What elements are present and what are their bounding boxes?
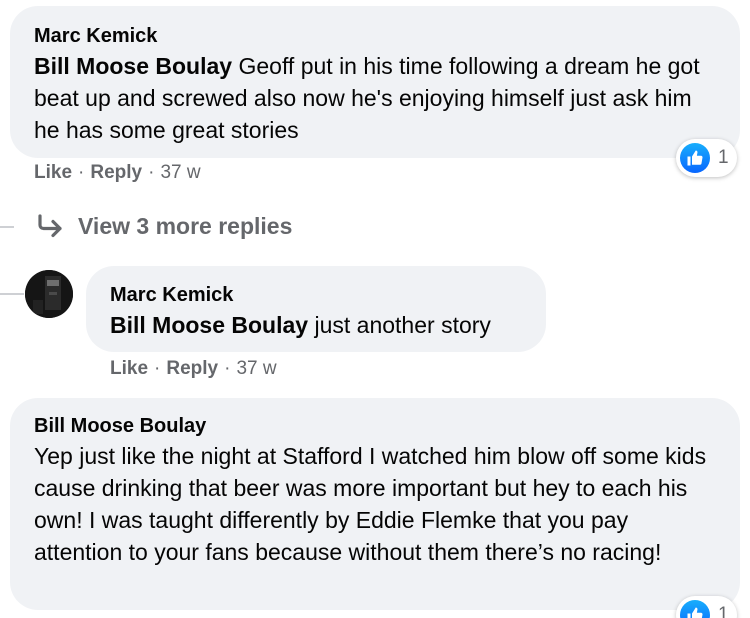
reaction-summary[interactable]: 1	[676, 596, 737, 618]
reaction-count: 1	[718, 604, 729, 618]
comment-body: just another story	[308, 312, 491, 338]
comment-text: Bill Moose Boulay Geoff put in his time …	[34, 50, 716, 146]
view-more-label: View 3 more replies	[78, 212, 293, 239]
reply-button[interactable]: Reply	[166, 358, 218, 379]
comment-bubble: Marc Kemick Bill Moose Boulay Geoff put …	[10, 6, 740, 158]
comment-author[interactable]: Marc Kemick	[34, 24, 716, 48]
separator: ·	[148, 162, 155, 183]
like-button[interactable]: Like	[34, 162, 72, 183]
timestamp[interactable]: 37 w	[160, 162, 200, 183]
avatar[interactable]	[25, 270, 73, 318]
like-reaction-icon	[680, 600, 710, 618]
thread-line	[0, 226, 14, 228]
reaction-count: 1	[718, 147, 729, 168]
comment-author[interactable]: Marc Kemick	[110, 283, 522, 307]
like-reaction-icon	[680, 143, 710, 173]
thread-line	[0, 293, 24, 295]
separator: ·	[154, 358, 161, 379]
timestamp[interactable]: 37 w	[236, 358, 276, 379]
separator: ·	[78, 162, 85, 183]
comment-text: Yep just like the night at Stafford I wa…	[34, 443, 707, 565]
reply-arrow-icon	[38, 214, 62, 238]
view-more-replies-button[interactable]: View 3 more replies	[36, 210, 292, 242]
separator: ·	[224, 358, 231, 379]
like-button[interactable]: Like	[110, 358, 148, 379]
comment-actions: Like · Reply · 37 w	[34, 161, 201, 185]
comment-author[interactable]: Bill Moose Boulay	[34, 414, 716, 438]
comment-bubble: Bill Moose Boulay Yep just like the nigh…	[10, 398, 740, 610]
mention-link[interactable]: Bill Moose Boulay	[34, 53, 232, 79]
reply-bubble: Marc Kemick Bill Moose Boulay just anoth…	[86, 266, 546, 352]
reply-button[interactable]: Reply	[90, 162, 142, 183]
comments-thread: Marc Kemick Bill Moose Boulay Geoff put …	[0, 0, 750, 618]
reaction-summary[interactable]: 1	[676, 139, 737, 177]
mention-link[interactable]: Bill Moose Boulay	[110, 312, 308, 338]
comment-actions: Like · Reply · 37 w	[110, 357, 277, 381]
comment-text: Bill Moose Boulay just another story	[110, 309, 522, 341]
